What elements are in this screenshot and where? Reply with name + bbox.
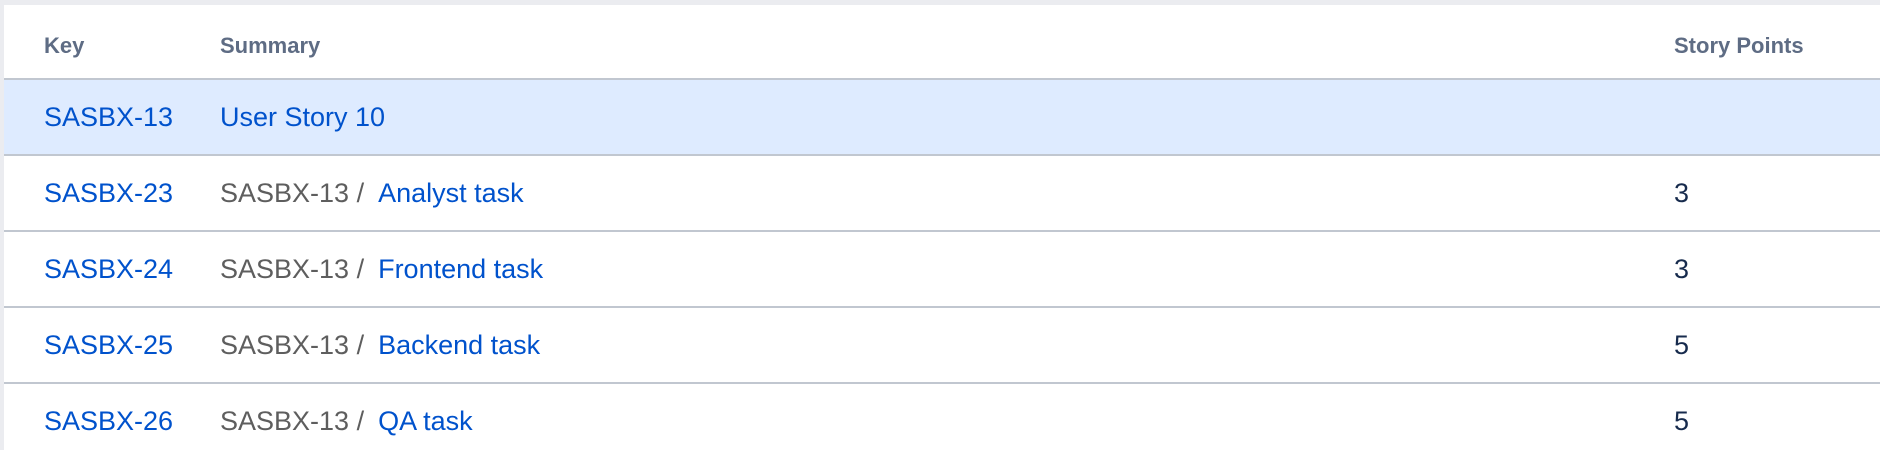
- table-header-row: Key Summary Story Points: [4, 5, 1880, 80]
- issue-key-link[interactable]: SASBX-26: [44, 406, 173, 437]
- issue-key-link[interactable]: SASBX-25: [44, 330, 173, 361]
- story-points-value: 5: [1674, 329, 1690, 360]
- parent-issue-ref: SASBX-13 /: [220, 329, 365, 360]
- table-row[interactable]: SASBX-24 SASBX-13 / Frontend task 3: [4, 232, 1880, 308]
- table-row[interactable]: SASBX-26 SASBX-13 / QA task 5: [4, 384, 1880, 450]
- issue-key-link[interactable]: SASBX-23: [44, 178, 173, 209]
- parent-issue-ref: SASBX-13 /: [220, 253, 365, 284]
- story-points-value: 3: [1674, 177, 1690, 208]
- table-row[interactable]: SASBX-13 User Story 10: [4, 80, 1880, 156]
- table-row[interactable]: SASBX-23 SASBX-13 / Analyst task 3: [4, 156, 1880, 232]
- issue-summary-link[interactable]: Analyst task: [378, 178, 524, 209]
- issue-summary-link[interactable]: Frontend task: [378, 254, 543, 285]
- parent-issue-ref: SASBX-13 /: [220, 405, 365, 436]
- parent-issue-ref: SASBX-13 /: [220, 177, 365, 208]
- column-header-summary[interactable]: Summary: [220, 5, 320, 82]
- issue-key-link[interactable]: SASBX-13: [44, 102, 173, 133]
- column-header-story-points[interactable]: Story Points: [1674, 5, 1804, 82]
- issue-table-panel: Key Summary Story Points SASBX-13 User S…: [0, 0, 1880, 450]
- issue-table: Key Summary Story Points SASBX-13 User S…: [4, 5, 1880, 450]
- issue-summary-link[interactable]: QA task: [378, 406, 473, 437]
- table-row[interactable]: SASBX-25 SASBX-13 / Backend task 5: [4, 308, 1880, 384]
- story-points-value: 5: [1674, 405, 1690, 436]
- column-header-key[interactable]: Key: [44, 5, 84, 82]
- issue-summary-link[interactable]: Backend task: [378, 330, 540, 361]
- story-points-value: 3: [1674, 253, 1690, 284]
- issue-summary-link[interactable]: User Story 10: [220, 102, 385, 133]
- issue-key-link[interactable]: SASBX-24: [44, 254, 173, 285]
